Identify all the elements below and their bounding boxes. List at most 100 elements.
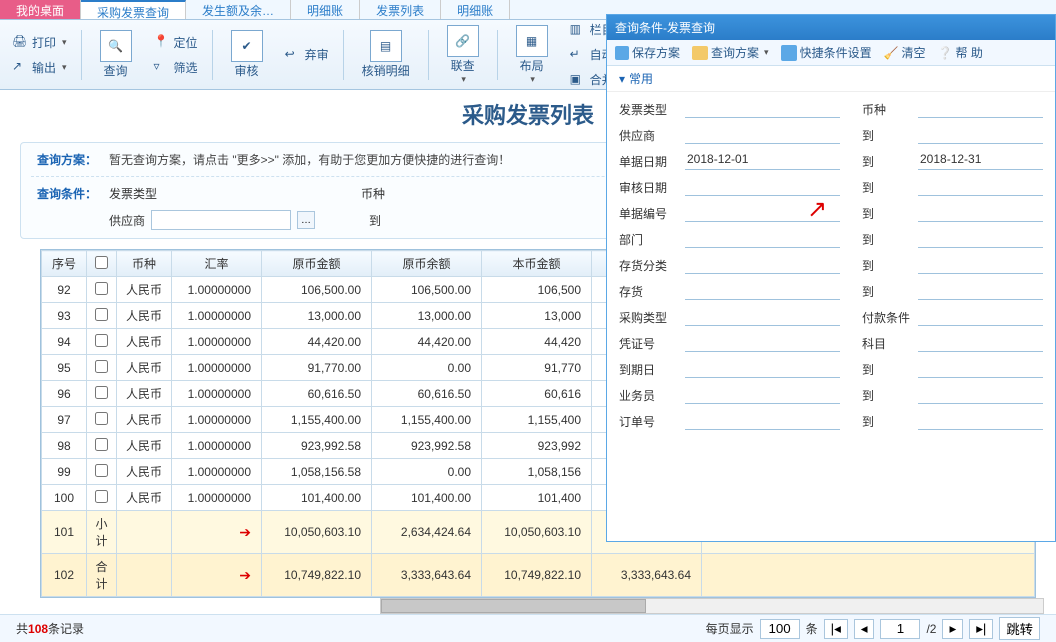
field-to-label: 付款条件 xyxy=(862,309,912,326)
supplier-input[interactable] xyxy=(151,210,291,230)
check-icon: ✔ xyxy=(231,30,263,62)
verify-detail-button[interactable]: ▤ 核销明细 xyxy=(354,26,418,83)
tab-balance[interactable]: 发生额及余… xyxy=(186,0,291,19)
field-label: 到期日 xyxy=(619,361,679,378)
field-input-from[interactable]: 2018-12-01 xyxy=(685,152,840,170)
field-input-from[interactable] xyxy=(685,230,840,248)
field-input-from[interactable] xyxy=(685,100,840,118)
field-input-to[interactable] xyxy=(918,256,1043,274)
per-page-unit: 条 xyxy=(806,620,818,637)
row-checkbox[interactable] xyxy=(95,464,108,477)
field-label: 审核日期 xyxy=(619,179,679,196)
row-checkbox[interactable] xyxy=(95,438,108,451)
joint-query-button[interactable]: 🔗 联查▾ xyxy=(439,21,487,89)
quick-settings-button[interactable]: 快捷条件设置 xyxy=(781,44,872,61)
wrap-icon: ↵ xyxy=(570,47,586,63)
inv-type-label: 发票类型 xyxy=(109,185,157,202)
clear-button[interactable]: 🧹清空 xyxy=(884,44,926,61)
field-input-from[interactable] xyxy=(685,308,840,326)
field-input-to[interactable] xyxy=(918,334,1043,352)
form-row: 单据编号 到 xyxy=(619,200,1043,226)
field-input-to[interactable] xyxy=(918,178,1043,196)
field-input-from[interactable] xyxy=(685,126,840,144)
tab-invoice-query[interactable]: 采购发票查询 xyxy=(81,0,186,19)
field-input-to[interactable] xyxy=(918,204,1043,222)
row-checkbox[interactable] xyxy=(95,412,108,425)
col-local-amt[interactable]: 本币金额 xyxy=(482,251,592,277)
per-page-label: 每页显示 xyxy=(706,620,754,637)
form-row: 审核日期 到 xyxy=(619,174,1043,200)
row-checkbox[interactable] xyxy=(95,386,108,399)
per-page-input[interactable] xyxy=(760,619,800,639)
to-label: 到 xyxy=(369,212,381,229)
field-input-from[interactable] xyxy=(685,204,840,222)
tab-detail2[interactable]: 明细账 xyxy=(441,0,510,19)
row-checkbox[interactable] xyxy=(95,308,108,321)
field-label: 存货 xyxy=(619,283,679,300)
row-checkbox[interactable] xyxy=(95,282,108,295)
prev-page-button[interactable]: ◂ xyxy=(854,619,875,639)
status-bar: 共108条记录 每页显示 条 |◂ ◂ /2 ▸ ▸| 跳转 xyxy=(0,614,1056,642)
field-input-to[interactable] xyxy=(918,412,1043,430)
filter-button[interactable]: ▿筛选 xyxy=(150,57,202,78)
field-input-from[interactable] xyxy=(685,256,840,274)
pin-icon: 📍 xyxy=(154,34,170,50)
field-input-to[interactable] xyxy=(918,360,1043,378)
output-button[interactable]: ↗ 输出▾ xyxy=(8,57,71,78)
tab-invoice-list[interactable]: 发票列表 xyxy=(360,0,441,19)
field-input-to[interactable] xyxy=(918,230,1043,248)
col-seq[interactable]: 序号 xyxy=(42,251,87,277)
field-input-from[interactable] xyxy=(685,334,840,352)
field-input-to[interactable] xyxy=(918,100,1043,118)
tab-desktop[interactable]: 我的桌面 xyxy=(0,0,81,19)
save-plan-button[interactable]: 保存方案 xyxy=(615,44,680,61)
query-plan-text: 暂无查询方案，请点击 "更多>>" 添加，有助于您更加方便快捷的进行查询！ xyxy=(109,151,510,168)
row-checkbox[interactable] xyxy=(95,490,108,503)
field-label: 单据日期 xyxy=(619,153,679,170)
col-orig-bal[interactable]: 原币余额 xyxy=(372,251,482,277)
checkall-box[interactable] xyxy=(95,256,108,269)
audit-button[interactable]: ✔ 审核 xyxy=(223,26,271,83)
field-to-label: 科目 xyxy=(862,335,912,352)
field-input-to[interactable]: 2018-12-31 xyxy=(918,152,1043,170)
field-to-label: 到 xyxy=(862,283,912,300)
field-label: 业务员 xyxy=(619,387,679,404)
search-icon: 🔍 xyxy=(100,30,132,62)
field-input-to[interactable] xyxy=(918,386,1043,404)
locate-button[interactable]: 📍定位 xyxy=(150,32,202,53)
field-input-from[interactable] xyxy=(685,360,840,378)
form-row: 部门 到 xyxy=(619,226,1043,252)
field-input-to[interactable] xyxy=(918,282,1043,300)
field-input-from[interactable] xyxy=(685,386,840,404)
unaudit-button[interactable]: ↩弃审 xyxy=(281,44,333,65)
field-input-from[interactable] xyxy=(685,178,840,196)
query-plan-dropdown[interactable]: 查询方案▾ xyxy=(692,44,769,61)
field-input-to[interactable] xyxy=(918,308,1043,326)
field-to-label: 到 xyxy=(862,127,912,144)
form-row: 凭证号 科目 xyxy=(619,330,1043,356)
query-button[interactable]: 🔍 查询 xyxy=(92,26,140,83)
export-icon: ↗ xyxy=(12,59,28,75)
row-checkbox[interactable] xyxy=(95,334,108,347)
layout-button[interactable]: ▦ 布局▾ xyxy=(508,21,556,89)
field-input-to[interactable] xyxy=(918,126,1043,144)
col-currency[interactable]: 币种 xyxy=(117,251,172,277)
supplier-pick-button[interactable]: … xyxy=(297,211,315,229)
first-page-button[interactable]: |◂ xyxy=(824,619,848,639)
col-orig-amt[interactable]: 原币金额 xyxy=(262,251,372,277)
jump-button[interactable]: 跳转 xyxy=(999,617,1040,640)
col-rate[interactable]: 汇率 xyxy=(172,251,262,277)
col-check[interactable] xyxy=(87,251,117,277)
tab-detail1[interactable]: 明细账 xyxy=(291,0,360,19)
last-page-button[interactable]: ▸| xyxy=(969,619,993,639)
field-input-from[interactable] xyxy=(685,412,840,430)
field-input-from[interactable] xyxy=(685,282,840,300)
h-scrollbar[interactable] xyxy=(380,598,1044,614)
row-checkbox[interactable] xyxy=(95,360,108,373)
next-page-button[interactable]: ▸ xyxy=(942,619,963,639)
undo-icon: ↩ xyxy=(285,47,301,63)
common-section-header[interactable]: ▾ 常用 xyxy=(607,66,1055,92)
help-button[interactable]: ❔帮 助 xyxy=(938,44,983,61)
page-input[interactable] xyxy=(880,619,920,639)
print-button[interactable]: 🖨 打印▾ xyxy=(8,32,71,53)
